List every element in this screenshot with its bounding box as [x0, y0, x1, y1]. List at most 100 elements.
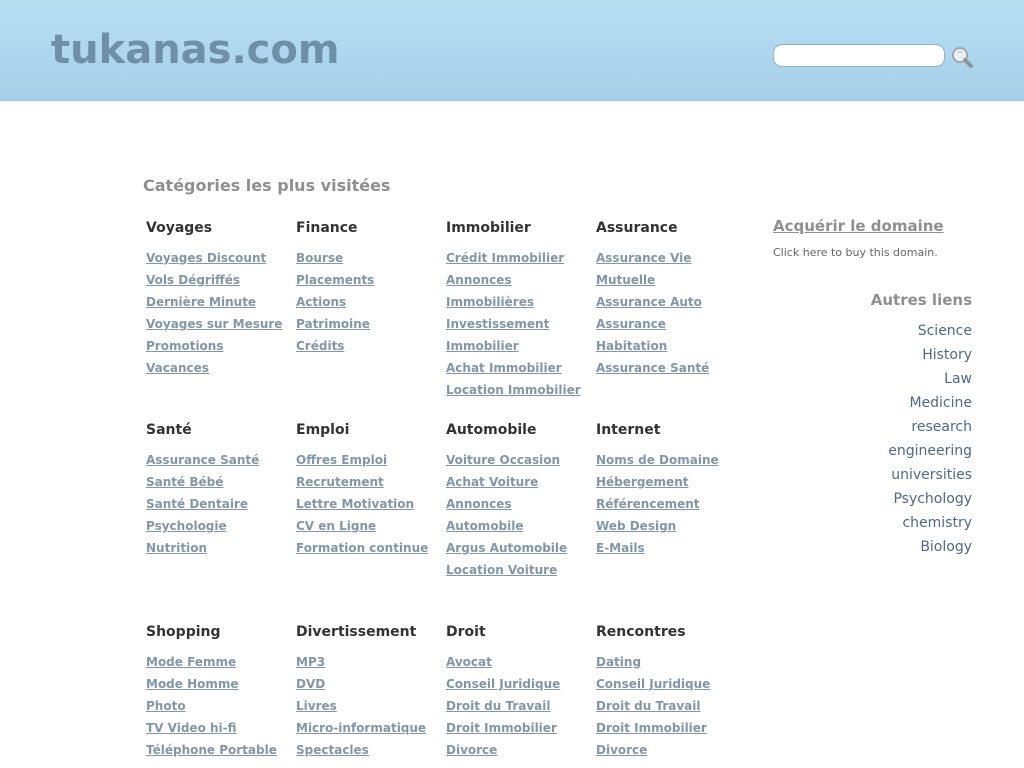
category-block: Automobile Voiture Occasion Achat Voiture A…	[446, 420, 596, 580]
category-link[interactable]: Droit Immobilier	[596, 721, 707, 735]
list-item: Avocat	[446, 650, 596, 672]
category-link[interactable]: Santé Dentaire	[146, 497, 248, 511]
list-item: Conseil Juridique	[596, 672, 746, 694]
category-link[interactable]: Assurance	[596, 317, 666, 331]
category-link[interactable]: Automobile	[446, 519, 524, 533]
category-link[interactable]: Vols Dégriffés	[146, 273, 240, 287]
category-link[interactable]: Conseil Juridique	[596, 677, 710, 691]
list-item: Science	[888, 318, 972, 342]
category-link[interactable]: TV Video hi-fi	[146, 721, 237, 735]
category-link[interactable]: Immobilières	[446, 295, 534, 309]
list-item: Automobile	[446, 514, 596, 536]
other-link[interactable]: chemistry	[902, 515, 972, 531]
category-link[interactable]: Vacances	[146, 361, 209, 375]
category-link[interactable]: Offres Emploi	[296, 453, 387, 467]
category-link[interactable]: Dernière Minute	[146, 295, 256, 309]
search-icon[interactable]	[949, 44, 975, 70]
category-link[interactable]: Photo	[146, 699, 186, 713]
list-item: Vols Dégriffés	[146, 268, 296, 290]
other-link[interactable]: research	[911, 419, 972, 435]
category-link[interactable]: Lettre Motivation	[296, 497, 414, 511]
category-link[interactable]: Patrimoine	[296, 317, 370, 331]
category-link[interactable]: Annonces	[446, 497, 512, 511]
category-link[interactable]: Droit Immobilier	[446, 721, 557, 735]
category-link[interactable]: Référencement	[596, 497, 700, 511]
category-link-list: Bourse Placements Actions Patrimoine Crédits	[296, 246, 446, 356]
other-link[interactable]: Science	[918, 323, 972, 339]
other-link[interactable]: Psychology	[893, 491, 972, 507]
category-link[interactable]: Livres	[296, 699, 337, 713]
other-link[interactable]: universities	[891, 467, 972, 483]
list-item: Achat Voiture	[446, 470, 596, 492]
list-item: Actions	[296, 290, 446, 312]
category-link[interactable]: Argus Automobile	[446, 541, 567, 555]
category-link[interactable]: CV en Ligne	[296, 519, 376, 533]
category-link[interactable]: Formation continue	[296, 541, 428, 555]
category-link[interactable]: Micro-informatique	[296, 721, 426, 735]
category-link[interactable]: Mutuelle	[596, 273, 655, 287]
category-link[interactable]: Habitation	[596, 339, 667, 353]
category-link[interactable]: Bourse	[296, 251, 343, 265]
category-link-list: Crédit Immobilier Annonces Immobilières Inv…	[446, 246, 596, 400]
category-link[interactable]: Recrutement	[296, 475, 384, 489]
category-link[interactable]: Investissement	[446, 317, 549, 331]
category-link[interactable]: Divorce	[446, 743, 497, 757]
category-link[interactable]: Location Voiture	[446, 563, 557, 577]
other-link[interactable]: History	[922, 347, 972, 363]
category-link[interactable]: Santé Bébé	[146, 475, 223, 489]
list-item: E-Mails	[596, 536, 746, 558]
category-link[interactable]: Location Immobilier	[446, 383, 581, 397]
buy-domain-description: Click here to buy this domain.	[773, 246, 938, 259]
search-input[interactable]	[773, 44, 945, 67]
category-link[interactable]: Droit du Travail	[446, 699, 551, 713]
category-link[interactable]: Achat Immobilier	[446, 361, 562, 375]
list-item: Voyages Discount	[146, 246, 296, 268]
category-block: Droit Avocat Conseil Juridique Droit du Tra…	[446, 622, 596, 760]
category-link[interactable]: Voyages sur Mesure	[146, 317, 282, 331]
category-link[interactable]: Avocat	[446, 655, 492, 669]
category-link[interactable]: Assurance Vie	[596, 251, 691, 265]
category-link[interactable]: Psychologie	[146, 519, 227, 533]
category-link[interactable]: Spectacles	[296, 743, 369, 757]
category-link[interactable]: Annonces	[446, 273, 512, 287]
categories-title: Catégories les plus visitées	[143, 176, 391, 195]
list-item: Nutrition	[146, 536, 296, 558]
buy-domain-link[interactable]: Acquérir le domaine	[773, 217, 944, 235]
list-item: Assurance Santé	[146, 448, 296, 470]
category-link[interactable]: Hébergement	[596, 475, 688, 489]
category-link[interactable]: MP3	[296, 655, 325, 669]
category-link[interactable]: Achat Voiture	[446, 475, 538, 489]
category-link[interactable]: Placements	[296, 273, 374, 287]
category-link[interactable]: Noms de Domaine	[596, 453, 719, 467]
category-link[interactable]: Assurance Auto	[596, 295, 702, 309]
category-link[interactable]: Téléphone Portable	[146, 743, 277, 757]
category-link[interactable]: Assurance Santé	[596, 361, 709, 375]
category-link[interactable]: E-Mails	[596, 541, 645, 555]
category-link[interactable]: Voiture Occasion	[446, 453, 560, 467]
other-link[interactable]: engineering	[888, 443, 972, 459]
category-link[interactable]: Web Design	[596, 519, 676, 533]
category-link[interactable]: Mode Femme	[146, 655, 236, 669]
category-link[interactable]: Actions	[296, 295, 346, 309]
category-link[interactable]: Nutrition	[146, 541, 207, 555]
category-link[interactable]: Dating	[596, 655, 641, 669]
category-link-list: Mode Femme Mode Homme Photo TV Video hi-fi T…	[146, 650, 296, 760]
category-link[interactable]: Conseil Juridique	[446, 677, 560, 691]
other-link[interactable]: Biology	[920, 539, 972, 555]
list-item: Location Immobilier	[446, 378, 596, 400]
other-link[interactable]: Medicine	[909, 395, 972, 411]
list-item: Investissement	[446, 312, 596, 334]
category-link[interactable]: Droit du Travail	[596, 699, 701, 713]
category-link[interactable]: Voyages Discount	[146, 251, 266, 265]
list-item: Mutuelle	[596, 268, 746, 290]
category-link[interactable]: Mode Homme	[146, 677, 239, 691]
category-link[interactable]: Crédit Immobilier	[446, 251, 564, 265]
category-link[interactable]: DVD	[296, 677, 325, 691]
other-link[interactable]: Law	[944, 371, 972, 387]
site-title[interactable]: tukanas.com	[51, 27, 340, 73]
category-link[interactable]: Assurance Santé	[146, 453, 259, 467]
category-link[interactable]: Crédits	[296, 339, 344, 353]
category-link[interactable]: Divorce	[596, 743, 647, 757]
category-link[interactable]: Immobilier	[446, 339, 519, 353]
category-link[interactable]: Promotions	[146, 339, 223, 353]
